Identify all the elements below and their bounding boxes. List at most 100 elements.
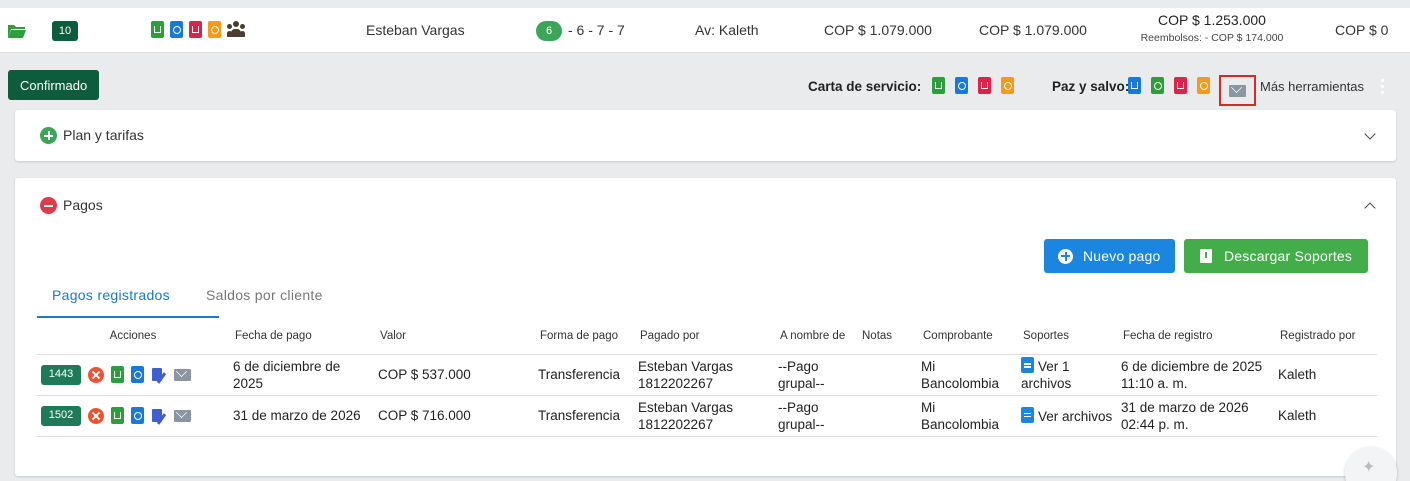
new-payment-label: Nuevo pago [1083, 248, 1161, 264]
balance-amount: COP $ 0 [1335, 22, 1389, 38]
payment-date: 31 de marzo de 2026 [229, 395, 374, 437]
document-icon [1021, 406, 1034, 423]
plan-card-title: Plan y tarifas [63, 127, 144, 143]
highlighted-mail-button[interactable] [1219, 75, 1256, 106]
file-pdf-icon[interactable] [1151, 77, 1164, 94]
folder-open-icon[interactable] [8, 23, 26, 38]
column-header: Pagado por [634, 318, 774, 355]
document-icons [151, 21, 245, 38]
file-download-icon[interactable] [111, 366, 124, 383]
people-icon[interactable] [227, 21, 245, 38]
minus-circle-icon[interactable] [40, 197, 57, 214]
column-header: Comprobante [917, 318, 1017, 355]
edit-document-icon[interactable] [151, 367, 167, 383]
registration-date: 31 de marzo de 2026 02:44 p. m. [1117, 395, 1274, 437]
count-badge: 10 [52, 21, 78, 41]
new-payment-button[interactable]: Nuevo pago [1044, 239, 1175, 273]
download-supports-button[interactable]: Descargar Soportes [1184, 239, 1369, 273]
on-behalf-of: --Pago grupal-- [774, 395, 856, 437]
carta-icons [932, 77, 1014, 94]
payment-value: COP $ 537.000 [374, 354, 534, 396]
registration-date: 6 de diciembre de 2025 11:10 a. m. [1117, 354, 1274, 396]
file-download-icon[interactable] [932, 77, 945, 94]
edit-document-icon[interactable] [151, 408, 167, 424]
file-pdf-icon[interactable] [131, 407, 144, 424]
column-header: Acciones [37, 318, 229, 355]
table-header-row: Acciones Fecha de pago Valor Forma de pa… [37, 318, 1377, 355]
payment-method: Transferencia [534, 395, 634, 437]
payments-tabs: Pagos registrados Saldos por cliente [37, 285, 1377, 318]
file-download-icon[interactable] [1174, 77, 1187, 94]
file-download-icon[interactable] [189, 21, 202, 38]
client-name: Esteban Vargas [366, 22, 465, 38]
refunds-text: Reembolsos: - COP $ 174.000 [1140, 32, 1284, 44]
supports-link-text: Ver archivos [1038, 408, 1113, 424]
total-block: COP $ 1.253.000 Reembolsos: - COP $ 174.… [1137, 12, 1287, 44]
table-row: 1443 6 de diciembre de 2025 COP $ 537.00… [37, 354, 1377, 396]
payments-card: Pagos Nuevo pago Descargar Soportes Pago… [15, 178, 1396, 476]
file-download-icon[interactable] [151, 21, 164, 38]
payment-id-badge[interactable]: 1502 [41, 405, 81, 426]
mail-icon[interactable] [174, 368, 191, 381]
mail-icon[interactable] [1229, 84, 1246, 97]
column-header: Valor [374, 318, 534, 355]
document-icon [1021, 357, 1034, 373]
status-confirmed-button[interactable]: Confirmado [8, 70, 100, 100]
total-amount: COP $ 1.253.000 [1158, 12, 1266, 28]
column-header: Soportes [1017, 318, 1117, 355]
chevron-up-icon[interactable] [1364, 202, 1376, 214]
kebab-menu-icon[interactable] [1381, 79, 1385, 95]
file-pdf-icon[interactable] [208, 21, 221, 38]
payments-table: Acciones Fecha de pago Valor Forma de pa… [37, 318, 1377, 437]
plus-circle-icon [1058, 248, 1073, 264]
amount-1: COP $ 1.079.000 [824, 22, 932, 38]
column-header: A nombre de [774, 318, 856, 355]
advisor-text: Av: Kaleth [695, 22, 759, 38]
table-row: 1502 31 de marzo de 2026 COP $ 716.000 T… [37, 395, 1377, 437]
file-download-icon[interactable] [978, 77, 991, 94]
file-pdf-icon[interactable] [131, 366, 144, 383]
file-download-icon[interactable] [111, 407, 124, 424]
payment-id-badge[interactable]: 1443 [41, 364, 81, 385]
cancel-icon[interactable] [88, 407, 104, 424]
paid-by: Esteban Vargas 1812202267 [634, 395, 774, 437]
download-supports-label: Descargar Soportes [1224, 248, 1353, 264]
supports-link[interactable]: Ver archivos [1017, 395, 1117, 437]
file-pdf-icon[interactable] [170, 21, 183, 38]
mail-icon[interactable] [174, 409, 191, 422]
column-header: Registrado por [1274, 318, 1377, 355]
payment-date: 6 de diciembre de 2025 [229, 354, 374, 396]
circle-count-badge: 6 [536, 21, 562, 41]
registered-by: Kaleth [1274, 395, 1377, 437]
supports-link[interactable]: Ver 1 archivos [1017, 354, 1117, 396]
tab-client-balances[interactable]: Saldos por cliente [206, 287, 323, 303]
payment-method: Transferencia [534, 354, 634, 396]
file-download-icon[interactable] [1128, 77, 1141, 94]
file-pdf-icon[interactable] [1197, 77, 1210, 94]
receipt: Mi Bancolombia [917, 354, 1017, 396]
paid-by: Esteban Vargas 1812202267 [634, 354, 774, 396]
notes [856, 395, 917, 437]
plan-card[interactable]: Plan y tarifas [15, 110, 1396, 161]
column-header: Fecha de registro [1117, 318, 1274, 355]
chevron-down-icon[interactable] [1364, 128, 1376, 140]
on-behalf-of: --Pago grupal-- [774, 354, 856, 396]
tab-registered-payments[interactable]: Pagos registrados [52, 287, 170, 303]
more-tools-link[interactable]: Más herramientas [1260, 79, 1364, 94]
payment-value: COP $ 716.000 [374, 395, 534, 437]
registered-by: Kaleth [1274, 354, 1377, 396]
notes [856, 354, 917, 396]
row-actions: 1502 [41, 405, 225, 426]
column-header: Fecha de pago [229, 318, 374, 355]
receipt: Mi Bancolombia [917, 395, 1017, 437]
reservation-toolbar: Confirmado Carta de servicio: Paz y salv… [0, 55, 1410, 110]
file-pdf-icon[interactable] [1001, 77, 1014, 94]
column-header: Notas [856, 318, 917, 355]
file-pdf-icon[interactable] [955, 77, 968, 94]
payments-card-title: Pagos [63, 197, 103, 213]
cancel-icon[interactable] [88, 366, 104, 383]
plus-circle-icon[interactable] [40, 127, 57, 144]
download-icon [1200, 249, 1212, 263]
reservation-summary-row[interactable]: 10 Esteban Vargas 6 - 6 - 7 - 7 Av: Kale… [0, 8, 1410, 53]
column-header: Forma de pago [534, 318, 634, 355]
